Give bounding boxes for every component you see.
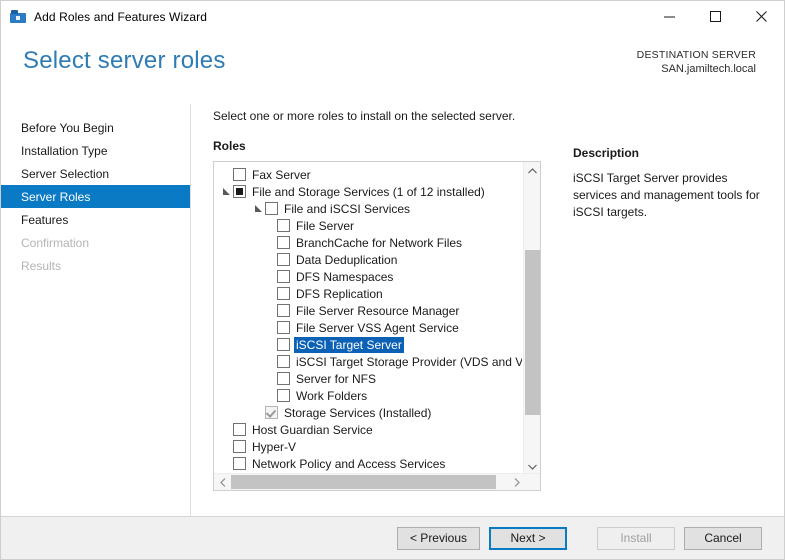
description-text: iSCSI Target Server provides services an…	[573, 171, 760, 219]
wizard-header: Select server roles DESTINATION SERVER S…	[1, 32, 784, 104]
role-tree-row[interactable]: Hyper-V	[214, 438, 522, 455]
role-checkbox-unchecked[interactable]	[277, 287, 290, 300]
role-tree-row[interactable]: File Server	[214, 217, 522, 234]
role-tree-row[interactable]: Storage Services (Installed)	[214, 404, 522, 421]
role-label: File Server VSS Agent Service	[296, 320, 459, 335]
role-tree-row[interactable]: iSCSI Target Server	[214, 336, 522, 353]
role-checkbox-unchecked[interactable]	[277, 236, 290, 249]
role-checkbox-unchecked[interactable]	[233, 440, 246, 453]
role-checkbox-installed	[265, 406, 278, 419]
sidebar-item-installation-type[interactable]: Installation Type	[1, 139, 190, 162]
role-tree-row[interactable]: Work Folders	[214, 387, 522, 404]
roles-tree-viewport[interactable]: Fax Server File and Storage Services (1 o…	[214, 162, 522, 475]
role-tree-row[interactable]: Network Policy and Access Services	[214, 455, 522, 472]
sidebar-item-results: Results	[21, 258, 62, 273]
scroll-left-arrow-icon[interactable]	[214, 474, 231, 490]
role-label: Server for NFS	[296, 371, 377, 386]
previous-button[interactable]: < Previous	[396, 526, 480, 550]
next-button[interactable]: Next >	[489, 526, 567, 550]
minimize-button[interactable]	[646, 1, 692, 32]
vertical-scroll-thumb[interactable]	[525, 250, 540, 415]
role-checkbox-unchecked[interactable]	[265, 202, 278, 215]
roles-column: Select one or more roles to install on t…	[213, 109, 543, 516]
role-checkbox-unchecked[interactable]	[277, 338, 290, 351]
horizontal-scroll-thumb[interactable]	[231, 475, 496, 489]
sidebar-item-before-you-begin[interactable]: Before You Begin	[1, 116, 190, 139]
role-checkbox-unchecked[interactable]	[277, 372, 290, 385]
title-bar: Add Roles and Features Wizard	[1, 1, 784, 32]
window-controls	[646, 1, 784, 32]
destination-server-label: DESTINATION SERVER	[636, 49, 756, 61]
role-label: iSCSI Target Server	[294, 336, 404, 353]
wizard-steps-sidebar: Before You Begin Installation Type Serve…	[1, 104, 191, 516]
role-tree-row[interactable]: File and Storage Services (1 of 12 insta…	[214, 183, 522, 200]
role-tree-row[interactable]: Data Deduplication	[214, 251, 522, 268]
close-button[interactable]	[738, 1, 784, 32]
scroll-right-arrow-icon[interactable]	[508, 474, 525, 490]
role-label: File Server Resource Manager	[296, 303, 460, 318]
role-label: File and iSCSI Services	[284, 201, 411, 216]
role-tree-row[interactable]: DFS Namespaces	[214, 268, 522, 285]
role-label: BranchCache for Network Files	[296, 235, 463, 250]
role-label: File and Storage Services (1 of 12 insta…	[252, 184, 485, 199]
expander-expanded-icon[interactable]	[252, 205, 265, 212]
role-checkbox-unchecked[interactable]	[277, 355, 290, 368]
role-checkbox-unchecked[interactable]	[277, 321, 290, 334]
sidebar-item-features[interactable]: Features	[1, 208, 190, 231]
role-checkbox-unchecked[interactable]	[277, 389, 290, 402]
role-tree-row[interactable]: DFS Replication	[214, 285, 522, 302]
roles-tree-box[interactable]: Fax Server File and Storage Services (1 o…	[213, 161, 541, 491]
role-tree-row[interactable]: File Server Resource Manager	[214, 302, 522, 319]
role-checkbox-unchecked[interactable]	[233, 423, 246, 436]
sidebar-item-confirmation: Confirmation	[21, 235, 90, 250]
role-checkbox-unchecked[interactable]	[233, 457, 246, 470]
role-tree-row[interactable]: File Server VSS Agent Service	[214, 319, 522, 336]
role-label: Data Deduplication	[296, 252, 398, 267]
description-panel: Description iSCSI Target Server provides…	[543, 109, 784, 516]
role-checkbox-unchecked[interactable]	[233, 168, 246, 181]
install-button: Install	[597, 526, 675, 550]
sidebar-item-server-roles[interactable]: Server Roles	[1, 185, 190, 208]
wizard-footer: < Previous Next > Install Cancel	[1, 516, 784, 559]
wizard-toolbox-icon	[10, 9, 26, 25]
destination-server-block: DESTINATION SERVER SAN.jamiltech.local	[637, 48, 756, 76]
expander-expanded-icon[interactable]	[220, 188, 233, 195]
sidebar-item-server-selection[interactable]: Server Selection	[1, 162, 190, 185]
role-label: File Server	[296, 218, 355, 233]
role-tree-row[interactable]: File and iSCSI Services	[214, 200, 522, 217]
role-label: Work Folders	[296, 388, 368, 403]
role-tree-row[interactable]: Server for NFS	[214, 370, 522, 387]
destination-server-value: SAN.jamiltech.local	[661, 63, 756, 75]
role-tree-row[interactable]: Host Guardian Service	[214, 421, 522, 438]
maximize-button[interactable]	[692, 1, 738, 32]
main-content: Select one or more roles to install on t…	[191, 104, 784, 516]
add-roles-wizard-window: Add Roles and Features Wizard Select ser…	[0, 0, 785, 560]
role-tree-row[interactable]: iSCSI Target Storage Provider (VDS and V…	[214, 353, 522, 370]
role-label: Hyper-V	[252, 439, 297, 454]
cancel-button[interactable]: Cancel	[684, 526, 762, 550]
role-label: DFS Namespaces	[296, 269, 394, 284]
role-tree-row[interactable]: BranchCache for Network Files	[214, 234, 522, 251]
role-checkbox-partial[interactable]	[233, 185, 246, 198]
roles-vertical-scrollbar[interactable]	[523, 162, 540, 475]
role-checkbox-unchecked[interactable]	[277, 304, 290, 317]
role-checkbox-unchecked[interactable]	[277, 253, 290, 266]
wizard-body: Before You Begin Installation Type Serve…	[1, 104, 784, 516]
window-title: Add Roles and Features Wizard	[34, 9, 207, 24]
role-label: Fax Server	[252, 167, 311, 182]
role-label: Network Policy and Access Services	[252, 456, 446, 471]
role-tree-row[interactable]: Fax Server	[214, 166, 522, 183]
role-label: Storage Services (Installed)	[284, 405, 432, 420]
role-label: iSCSI Target Storage Provider (VDS and V…	[296, 354, 522, 369]
scroll-up-arrow-icon[interactable]	[524, 162, 540, 179]
description-title: Description	[573, 146, 640, 160]
role-checkbox-unchecked[interactable]	[277, 219, 290, 232]
scrollbar-corner	[525, 474, 540, 490]
instruction-text: Select one or more roles to install on t…	[213, 109, 516, 123]
role-label: Host Guardian Service	[252, 422, 373, 437]
role-checkbox-unchecked[interactable]	[277, 270, 290, 283]
roles-horizontal-scrollbar[interactable]	[214, 473, 540, 490]
role-label: DFS Replication	[296, 286, 383, 301]
roles-section-label: Roles	[213, 139, 246, 153]
